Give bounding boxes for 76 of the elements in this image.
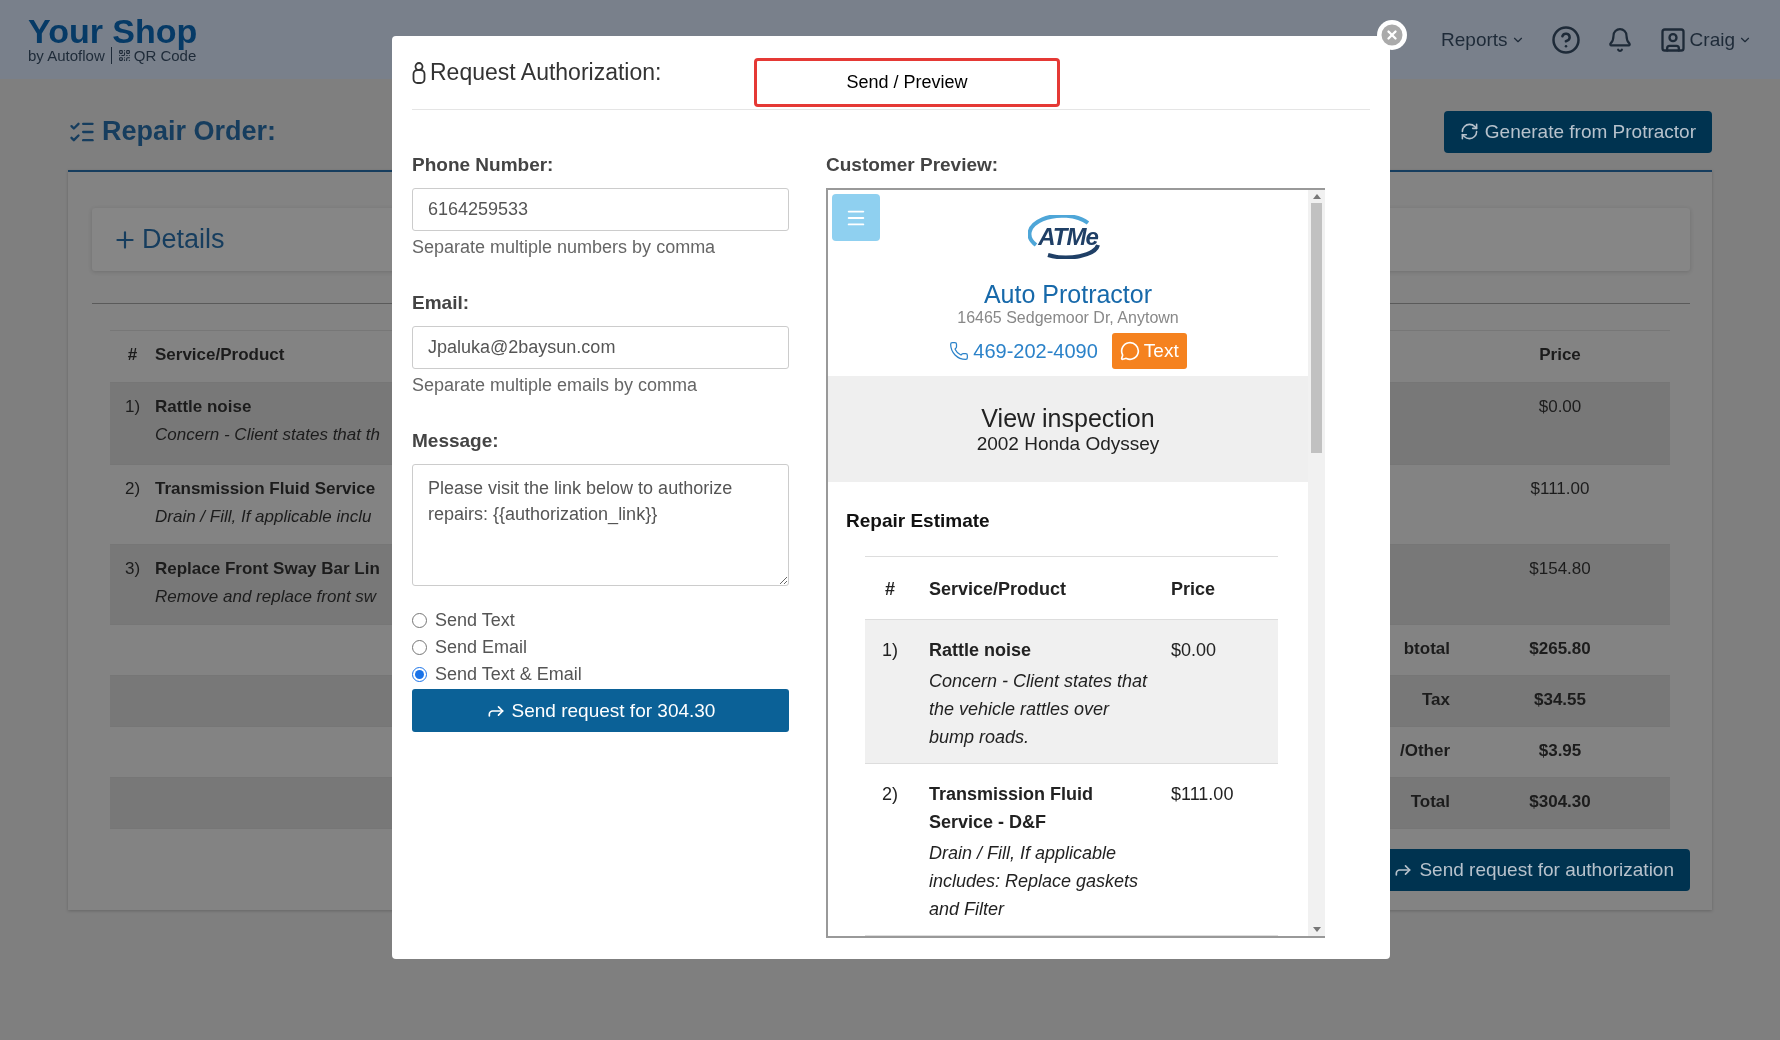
total-value: $304.30 [1529, 792, 1591, 812]
close-icon [1378, 21, 1406, 49]
service-description: Drain / Fill, If applicable includes: Replace gaskets and Filter [929, 842, 1140, 921]
row-number: 2) [124, 479, 141, 499]
row-number: 2) [881, 783, 899, 806]
total-label: Total [1410, 792, 1450, 812]
column-header: Price [1539, 345, 1581, 365]
total-value: $34.55 [1534, 690, 1586, 710]
vehicle-name: 2002 Honda Odyssey [976, 432, 1160, 455]
total-label: /Other [1399, 741, 1450, 761]
notification-bell-icon[interactable] [1606, 26, 1633, 53]
dialog-title: Request Authorization: [430, 59, 662, 86]
service-name: Replace Front Sway Bar Lin [155, 559, 380, 579]
person-icon [412, 61, 426, 84]
help-text: Separate multiple numbers by comma [412, 237, 717, 258]
column-header: # [884, 578, 896, 601]
price-cell: $154.80 [1529, 559, 1591, 579]
user-menu[interactable]: Craig [1658, 25, 1752, 54]
row-number: 3) [124, 559, 141, 579]
shop-name: Auto Protractor [983, 280, 1153, 309]
service-description: Remove and replace front sw [155, 587, 377, 607]
shop-address: 16465 Sedgemoor Dr, Anytown [957, 309, 1179, 327]
total-value: $3.95 [1538, 741, 1582, 761]
field-label: Phone Number: [412, 154, 555, 176]
service-name: Rattle noise [929, 639, 1033, 662]
option-label: Send Text [435, 610, 515, 631]
row-number: 1) [124, 397, 141, 417]
radio-button[interactable] [412, 640, 427, 655]
scrollbar-thumb[interactable] [1311, 203, 1322, 453]
price-cell: $111.00 [1530, 479, 1590, 499]
shop-logo: ATMe [1028, 212, 1108, 262]
column-header: Price [1171, 578, 1217, 601]
send-preview-button[interactable]: Send / Preview [754, 58, 1060, 107]
brand-subtitle: by Autoflow [28, 47, 105, 64]
radio-button[interactable] [412, 613, 427, 628]
inspection-title: View inspection [981, 403, 1155, 433]
qr-code-icon [117, 49, 131, 62]
option-label: Send Email [435, 637, 528, 658]
price-cell-text: $111.00 [1171, 783, 1235, 806]
generate-button[interactable]: Generate from Protractor [1443, 110, 1712, 153]
option-label: Send Text & Email [435, 664, 582, 685]
field-label: Message: [412, 430, 500, 452]
section-title: Repair Estimate [846, 510, 991, 532]
help-icon[interactable] [1550, 24, 1581, 55]
total-label: btotal [1403, 639, 1450, 659]
field-label: Customer Preview: [826, 154, 1000, 176]
email-field[interactable]: Jpaluka@2baysun.com [412, 326, 789, 369]
service-description: Drain / Fill, If applicable inclu [155, 507, 372, 527]
column-header: Service/Product [155, 345, 285, 365]
chat-bubble-icon [1119, 341, 1140, 361]
page-title: Repair Order: [102, 116, 277, 147]
total-label: Tax [1421, 690, 1450, 710]
refresh-icon [1459, 122, 1479, 141]
user-icon [1658, 25, 1687, 54]
phone-field[interactable]: 6164259533 [412, 188, 789, 231]
column-header: # [127, 345, 138, 365]
help-text: Separate multiple emails by comma [412, 375, 699, 396]
send-request-button[interactable]: Send request for 304.30 [412, 689, 789, 732]
scroll-up-icon[interactable] [1312, 194, 1321, 199]
service-name: Transmission Fluid Service - D&F [929, 783, 1095, 834]
message-field[interactable]: Please visit the link below to authorize repairs: {{authorization_link}} [412, 464, 789, 586]
radio-button[interactable] [412, 667, 427, 682]
nav-menu[interactable]: Reports [1441, 28, 1525, 51]
price-cell: $0.00 [1538, 397, 1582, 417]
scroll-down-icon[interactable] [1312, 927, 1321, 932]
price-cell-text: $0.00 [1171, 639, 1218, 662]
field-label: Email: [412, 292, 471, 314]
service-description: Concern - Client states that th [155, 425, 380, 445]
phone-link[interactable]: 469-202-4090 [949, 339, 1098, 363]
total-value: $265.80 [1529, 639, 1591, 659]
column-header: Service/Product [929, 578, 1068, 601]
phone-icon [949, 341, 970, 361]
service-name: Rattle noise [155, 397, 252, 417]
service-name: Transmission Fluid Service [155, 479, 376, 499]
service-description: Concern - Client states that the vehicle rattles over bump roads. [929, 670, 1149, 749]
row-number: 1) [881, 639, 899, 662]
